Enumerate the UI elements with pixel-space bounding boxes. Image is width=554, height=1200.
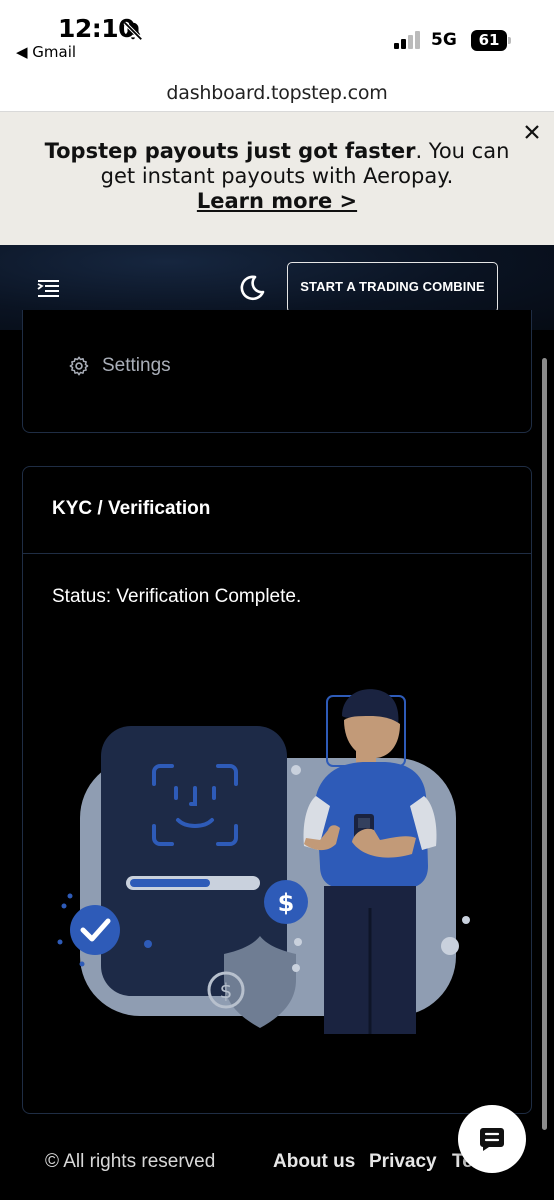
url-text: dashboard.topstep.com — [166, 82, 388, 104]
back-to-app-link[interactable]: ◀ Gmail — [16, 43, 76, 61]
kyc-title: KYC / Verification — [52, 498, 211, 519]
moon-icon[interactable] — [236, 273, 266, 303]
verification-illustration: $ $ — [57, 689, 470, 1034]
page-scrollbar[interactable] — [542, 358, 547, 1130]
privacy-link[interactable]: Privacy — [369, 1151, 437, 1173]
menu-indent-icon[interactable] — [36, 278, 60, 298]
battery-level: 61 — [478, 31, 500, 49]
close-icon[interactable] — [522, 122, 542, 142]
chat-icon — [480, 1128, 504, 1151]
gear-icon — [69, 356, 89, 376]
bell-slash-icon — [123, 21, 143, 41]
about-us-link[interactable]: About us — [273, 1151, 355, 1173]
kyc-status-text: Status: Verification Complete. — [52, 586, 302, 607]
status-bar: 12:10 ◀ Gmail 5G 61 — [0, 0, 554, 80]
settings-menu-item[interactable]: Settings — [68, 352, 171, 380]
learn-more-link[interactable]: Learn more > — [197, 189, 357, 213]
settings-label: Settings — [102, 355, 171, 376]
copyright-text: © All rights reserved — [45, 1151, 216, 1172]
divider — [23, 553, 531, 554]
address-bar[interactable]: dashboard.topstep.com — [0, 80, 554, 112]
signal-icon — [394, 31, 420, 49]
network-label: 5G — [431, 30, 457, 50]
battery-icon: 61 — [471, 30, 511, 52]
chat-button[interactable] — [458, 1105, 526, 1173]
svg-text:$: $ — [220, 979, 233, 1003]
promo-banner: Topstep payouts just got faster. You can… — [0, 112, 554, 245]
banner-headline: Topstep payouts just got faster — [44, 139, 416, 163]
svg-text:$: $ — [278, 889, 295, 917]
banner-text: Topstep payouts just got faster. You can… — [40, 139, 514, 214]
start-trading-combine-button[interactable]: START A TRADING COMBINE — [287, 262, 498, 313]
